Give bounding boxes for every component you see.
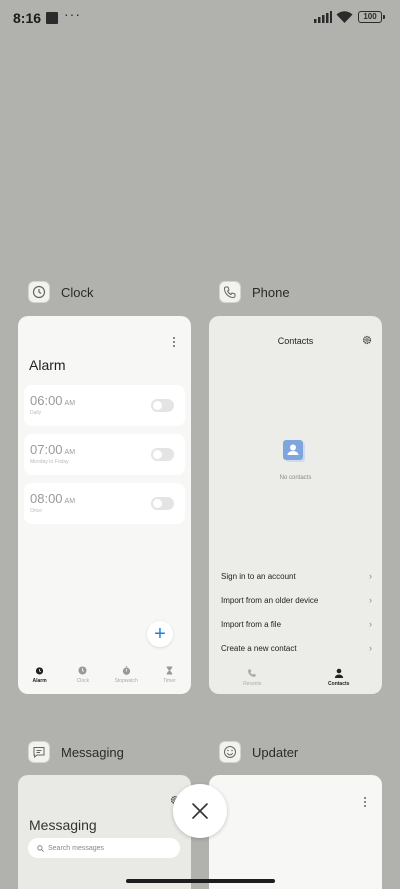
- nav-label: Stopwatch: [114, 678, 138, 684]
- nav-contacts[interactable]: Contacts: [296, 668, 383, 687]
- alarm-time: 06:00: [30, 393, 63, 408]
- search-input[interactable]: Search messages: [28, 838, 180, 858]
- app-header-messaging[interactable]: Messaging: [28, 740, 124, 764]
- status-bar: 8:16 ··· 100: [0, 0, 400, 36]
- menu-label: Create a new contact: [221, 643, 297, 653]
- alarm-title: Alarm: [29, 357, 66, 373]
- alarm-row[interactable]: 08:00 AM Once: [24, 483, 185, 524]
- chevron-right-icon: ›: [369, 571, 372, 581]
- app-name-clock: Clock: [61, 284, 94, 300]
- status-time: 8:16: [13, 10, 42, 26]
- nav-label: Timer: [163, 678, 176, 684]
- alarm-toggle[interactable]: [151, 399, 174, 412]
- alarm-toggle[interactable]: [151, 448, 174, 461]
- nav-label: Contacts: [328, 681, 350, 687]
- more-options-icon[interactable]: [362, 797, 368, 809]
- search-icon: [37, 844, 44, 852]
- app-header-clock[interactable]: Clock: [28, 280, 94, 304]
- clock-app-icon: [28, 281, 50, 303]
- app-name-phone: Phone: [252, 284, 290, 300]
- stopwatch-icon: [122, 666, 130, 675]
- nav-recents[interactable]: Recents: [209, 668, 296, 687]
- updater-app-icon: [219, 741, 241, 763]
- contacts-title: Contacts: [277, 336, 314, 346]
- app-header-updater[interactable]: Updater: [219, 740, 298, 764]
- alarm-time: 07:00: [30, 442, 63, 457]
- app-name-messaging: Messaging: [61, 744, 124, 760]
- hourglass-icon: [166, 666, 173, 675]
- gear-icon[interactable]: [362, 335, 372, 345]
- signal-icon: [314, 11, 332, 23]
- person-icon: [334, 668, 343, 678]
- clock-icon: [78, 666, 87, 675]
- recent-card-messaging[interactable]: Messaging Search messages: [18, 775, 191, 889]
- empty-state-text: No contacts: [279, 475, 312, 481]
- nav-stopwatch[interactable]: Stopwatch: [105, 666, 148, 694]
- alarm-ampm: AM: [64, 498, 76, 505]
- chevron-right-icon: ›: [369, 595, 372, 605]
- menu-label: Sign in to an account: [221, 571, 296, 581]
- menu-sign-in[interactable]: Sign in to an account ›: [221, 569, 372, 583]
- menu-label: Import from a file: [221, 619, 282, 629]
- alarm-toggle[interactable]: [151, 497, 174, 510]
- menu-import-device[interactable]: Import from an older device ›: [221, 593, 372, 607]
- contact-card-icon: [283, 440, 305, 462]
- messaging-app-icon: [28, 741, 50, 763]
- chevron-right-icon: ›: [369, 643, 372, 653]
- alarm-repeat: Monday to Friday: [30, 459, 69, 465]
- search-placeholder: Search messages: [48, 844, 105, 852]
- chevron-right-icon: ›: [369, 619, 372, 629]
- phone-icon: [248, 669, 256, 677]
- alarm-repeat: Once: [30, 508, 42, 514]
- more-notifications-icon: ···: [64, 6, 81, 22]
- more-options-icon[interactable]: [171, 337, 177, 349]
- alarm-repeat: Daily: [30, 410, 42, 416]
- messaging-title: Messaging: [29, 817, 97, 833]
- close-icon: [192, 803, 208, 819]
- nav-timer[interactable]: Timer: [148, 666, 191, 694]
- alarm-row[interactable]: 06:00 AM Daily: [24, 385, 185, 426]
- battery-icon: 100: [358, 11, 385, 23]
- menu-label: Import from an older device: [221, 595, 319, 605]
- nav-label: Alarm: [32, 678, 47, 684]
- menu-import-file[interactable]: Import from a file ›: [221, 617, 372, 631]
- recent-card-phone[interactable]: Contacts No contacts Sign in to an accou…: [209, 316, 382, 694]
- clock-bottom-nav: Alarm Clock Stopwatch Timer: [18, 666, 191, 694]
- app-name-updater: Updater: [252, 744, 299, 760]
- nav-label: Recents: [243, 681, 262, 687]
- alarm-ampm: AM: [64, 400, 76, 407]
- recent-card-clock[interactable]: Alarm 06:00 AM Daily 07:00 AM Monday to Fr…: [18, 316, 191, 694]
- home-indicator[interactable]: [126, 879, 275, 883]
- alarm-ampm: AM: [64, 449, 76, 456]
- menu-create-contact[interactable]: Create a new contact ›: [221, 641, 372, 655]
- nav-alarm[interactable]: Alarm: [18, 666, 61, 694]
- recent-card-updater[interactable]: [209, 775, 382, 889]
- add-alarm-button[interactable]: +: [147, 621, 173, 647]
- clear-all-button[interactable]: [173, 784, 227, 838]
- wifi-icon: [336, 11, 353, 23]
- nav-clock[interactable]: Clock: [61, 666, 104, 694]
- nav-label: Clock: [76, 678, 90, 684]
- alarm-time: 08:00: [30, 491, 63, 506]
- alarm-row[interactable]: 07:00 AM Monday to Friday: [24, 434, 185, 475]
- phone-bottom-nav: Recents Contacts: [209, 668, 382, 687]
- notification-square-icon: [46, 12, 58, 24]
- app-header-phone[interactable]: Phone: [219, 280, 290, 304]
- phone-app-icon: [219, 281, 241, 303]
- alarm-icon: [36, 667, 44, 675]
